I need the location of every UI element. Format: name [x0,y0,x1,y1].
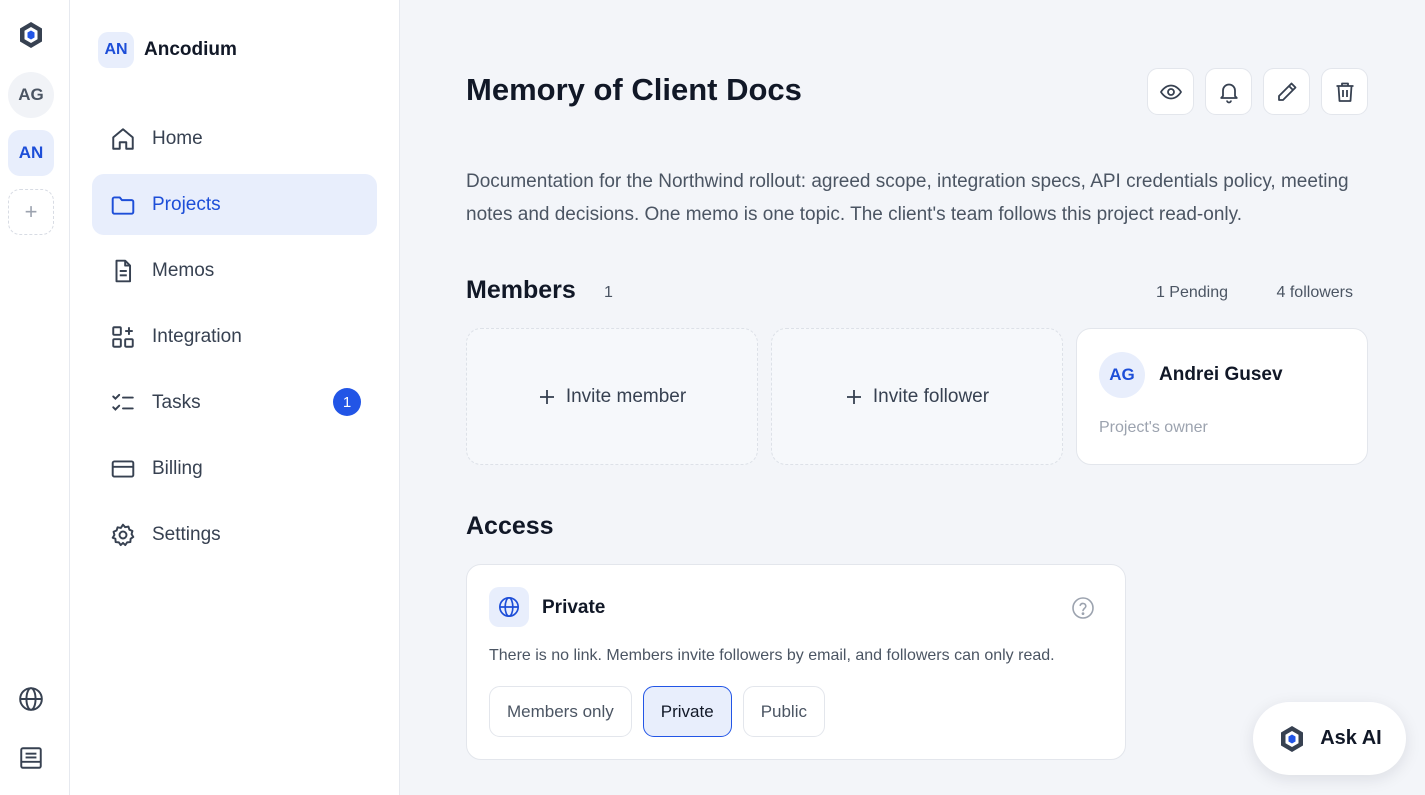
checklist-icon [112,393,134,411]
members-count: 1 [604,284,613,301]
members-grid: Invite member Invite follower AG Andrei … [466,328,1368,465]
help-icon[interactable] [1071,596,1095,620]
edit-button[interactable] [1263,68,1310,115]
sidebar-item-integration[interactable]: Integration [92,306,377,367]
sidebar-item-billing[interactable]: Billing [92,438,377,499]
member-name: Andrei Gusev [1159,364,1283,385]
access-card: Private There is no link. Members invite… [466,564,1126,760]
pending-invites-link[interactable]: 1 Pending [1156,284,1228,302]
sidebar-item-projects[interactable]: Projects [92,174,377,235]
member-role: Project's owner [1099,419,1208,436]
notifications-button[interactable] [1205,68,1252,115]
project-description: Documentation for the Northwind rollout:… [466,171,1349,225]
workspace-rail: AG AN + [0,0,70,795]
workspace-header[interactable]: AN Ancodium [98,32,237,68]
access-title: Private [542,597,606,618]
page-title: Memory of Client Docs [466,72,802,107]
member-card[interactable]: AG Andrei Gusev Project's owner [1076,328,1368,465]
trash-icon [1336,82,1353,102]
ai-logo-icon [1281,725,1304,752]
watch-button[interactable] [1147,68,1194,115]
members-heading: Members [466,276,576,304]
sidebar-item-tasks[interactable]: Tasks 1 [92,372,377,433]
access-option-public[interactable]: Public [742,686,825,737]
access-option-members-only[interactable]: Members only [489,686,632,737]
grid-plus-icon [112,325,134,348]
sidebar-item-label: Home [152,127,203,149]
project-actions [1147,68,1368,115]
bell-icon [1219,83,1238,103]
eye-icon [1159,84,1182,99]
folder-icon [111,195,135,215]
globe-icon [489,587,529,627]
pencil-icon [1277,82,1296,101]
workspace-avatar-an[interactable]: AN [8,130,54,176]
sidebar-item-label: Memos [152,259,215,281]
sidebar-item-label: Projects [152,193,221,215]
sidebar-item-settings[interactable]: Settings [92,504,377,565]
workspace-avatar-ag[interactable]: AG [8,72,54,118]
invite-member-button[interactable]: Invite member [466,328,758,465]
delete-button[interactable] [1321,68,1368,115]
sidebar-item-label: Tasks [152,391,201,413]
gear-icon [111,523,135,546]
ask-ai-label: Ask AI [1320,727,1382,749]
document-icon [115,259,132,282]
sidebar-nav: Home Projects Memos Integration Tasks 1 … [92,108,377,570]
invite-follower-button[interactable]: Invite follower [771,328,1063,465]
workspace-avatar: AN [98,32,134,68]
access-description: There is no link. Members invite followe… [489,647,1055,664]
workspace-name: Ancodium [144,39,237,60]
plus-icon [846,389,861,404]
panel-icon[interactable] [18,745,44,771]
plus-icon [539,389,554,404]
sidebar-item-memos[interactable]: Memos [92,240,377,301]
sidebar-item-home[interactable]: Home [92,108,377,169]
globe-icon[interactable] [18,686,44,712]
ask-ai-button[interactable]: Ask AI [1253,702,1406,775]
avatar: AG [1099,352,1145,398]
sidebar-item-label: Integration [152,325,242,347]
invite-member-label: Invite member [565,385,687,407]
sidebar: AN Ancodium Home Projects Memos Integrat… [70,0,400,795]
home-icon [112,127,134,150]
access-options: Members only Private Public [489,686,825,737]
sidebar-item-label: Settings [152,523,221,545]
add-workspace-button[interactable]: + [8,189,54,235]
access-heading: Access [466,512,554,540]
app-logo-icon[interactable] [16,20,46,50]
invite-follower-label: Invite follower [872,385,990,407]
sidebar-item-label: Billing [152,457,203,479]
credit-card-icon [111,459,135,478]
tasks-count-badge: 1 [333,388,361,416]
followers-link[interactable]: 4 followers [1277,284,1353,302]
access-option-private[interactable]: Private [642,686,732,737]
